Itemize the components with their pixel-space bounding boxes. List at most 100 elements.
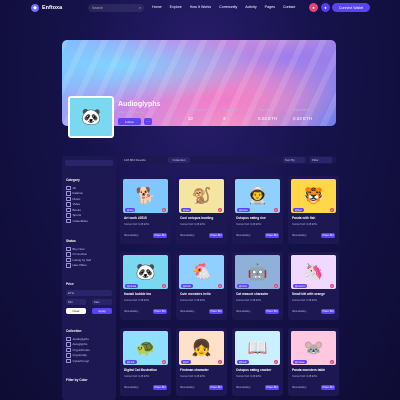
view-history-link[interactable]: View History xyxy=(124,310,138,313)
owner-tag[interactable]: @dog xyxy=(125,208,136,212)
place-bid-button[interactable]: Place Bid xyxy=(209,233,223,238)
checkbox[interactable] xyxy=(66,185,71,190)
view-history-link[interactable]: View History xyxy=(180,310,194,313)
place-bid-button[interactable]: Place Bid xyxy=(265,309,279,314)
owner-tag[interactable]: @mouse xyxy=(293,360,307,364)
currency-select[interactable]: ETH xyxy=(66,290,112,296)
checkbox[interactable] xyxy=(66,257,71,262)
view-history-link[interactable]: View History xyxy=(292,234,306,237)
owner-tag[interactable]: @panda xyxy=(125,284,139,288)
place-bid-button[interactable]: Place Bid xyxy=(209,309,223,314)
nft-card[interactable]: 🐒 @ape ♥ Cool octopus bowling Current bid: 0… xyxy=(176,176,227,244)
nft-card[interactable]: 🐼 @panda ♥ Kawaii bubble tea Current bid: 0.… xyxy=(120,252,171,320)
nft-card[interactable]: 🤖 @robot ♥ Cat mascot character Current bid:… xyxy=(232,252,283,320)
nft-card[interactable]: 🐯 @tiger ♥ Panda with fish Current bid: 0.28… xyxy=(288,176,339,244)
collection-item[interactable]: Cryptoship xyxy=(66,353,90,359)
user-icon[interactable]: ● xyxy=(321,3,330,12)
filter-select[interactable]: Filter xyxy=(310,157,332,163)
place-bid-button[interactable]: Place Bid xyxy=(209,385,223,390)
heart-icon[interactable]: ♥ xyxy=(274,208,278,212)
heart-icon[interactable]: ♥ xyxy=(218,208,222,212)
nav-item-how-it-works[interactable]: How It Works xyxy=(190,5,211,9)
heart-icon[interactable]: ♥ xyxy=(330,360,334,364)
notification-icon[interactable]: ● xyxy=(309,3,318,12)
place-bid-button[interactable]: Place Bid xyxy=(321,309,335,314)
collection-item[interactable]: CyberKongz xyxy=(66,358,90,364)
heart-icon[interactable]: ♥ xyxy=(274,284,278,288)
nav-item-community[interactable]: Community xyxy=(219,5,237,9)
clear-button[interactable]: Clear xyxy=(66,308,86,314)
logo[interactable]: ◆ Enftoxa xyxy=(31,4,62,12)
owner-tag[interactable]: @unicorn xyxy=(293,284,308,288)
category-item[interactable]: Collectibles xyxy=(66,218,88,224)
view-history-link[interactable]: View History xyxy=(292,310,306,313)
status-item[interactable]: Listing by Sell xyxy=(66,257,91,263)
owner-tag[interactable]: @robot xyxy=(237,284,249,288)
owner-tag[interactable]: @tiger xyxy=(293,208,305,212)
heart-icon[interactable]: ♥ xyxy=(162,360,166,364)
owner-tag[interactable]: @ape xyxy=(181,208,192,212)
owner-tag[interactable]: @book xyxy=(237,360,249,364)
heart-icon[interactable]: ♥ xyxy=(218,360,222,364)
heart-icon[interactable]: ♥ xyxy=(218,284,222,288)
heart-icon[interactable]: ♥ xyxy=(162,208,166,212)
nft-card[interactable]: 👨‍🚀 @space ♥ Octopus eating rice Current bid… xyxy=(232,176,283,244)
checkbox[interactable] xyxy=(66,342,71,347)
price-min-input[interactable]: Min xyxy=(66,299,86,305)
collection-chip[interactable]: Collection xyxy=(168,157,190,163)
collection-item[interactable]: Audioglyphs xyxy=(66,336,90,342)
nav-item-home[interactable]: Home xyxy=(152,5,162,9)
checkbox[interactable] xyxy=(66,196,71,201)
heart-icon[interactable]: ♥ xyxy=(330,284,334,288)
checkbox[interactable] xyxy=(66,358,71,363)
view-history-link[interactable]: View History xyxy=(236,386,250,389)
checkbox[interactable] xyxy=(66,246,71,251)
sort-select[interactable]: Sort By xyxy=(283,157,305,163)
sidebar-search-input[interactable] xyxy=(65,160,113,166)
nav-item-explore[interactable]: Explore xyxy=(170,5,182,9)
place-bid-button[interactable]: Place Bid xyxy=(265,385,279,390)
checkbox[interactable] xyxy=(66,353,71,358)
heart-icon[interactable]: ♥ xyxy=(274,360,278,364)
checkbox[interactable] xyxy=(66,263,71,268)
owner-tag[interactable]: @turtle xyxy=(125,360,137,364)
price-max-input[interactable]: Max xyxy=(92,299,112,305)
place-bid-button[interactable]: Place Bid xyxy=(153,309,167,314)
view-history-link[interactable]: View History xyxy=(292,386,306,389)
owner-tag[interactable]: @chick xyxy=(181,284,193,288)
view-history-link[interactable]: View History xyxy=(236,234,250,237)
connect-wallet-button[interactable]: Connect Wallet xyxy=(332,3,370,12)
nft-card[interactable]: 👧 @girl ♥ Firstman character Current bid: 0.… xyxy=(176,328,227,396)
checkbox[interactable] xyxy=(66,252,71,257)
view-history-link[interactable]: View History xyxy=(180,234,194,237)
nft-card[interactable]: 🐢 @turtle ♥ Digital Cat Illustration Current… xyxy=(120,328,171,396)
checkbox[interactable] xyxy=(66,336,71,341)
nav-item-pages[interactable]: Pages xyxy=(265,5,275,9)
collection-item[interactable]: Autoglyphs xyxy=(66,342,90,348)
nft-card[interactable]: 🐕 @dog ♥ Art work #2515 Current bid: 0.28 ET… xyxy=(120,176,171,244)
nft-card[interactable]: 🐭 @mouse ♥ Panda monsters table Current bid:… xyxy=(288,328,339,396)
owner-tag[interactable]: @girl xyxy=(181,360,191,364)
checkbox[interactable] xyxy=(66,202,71,207)
apply-button[interactable]: Apply xyxy=(92,308,112,314)
search-input[interactable]: Search ⌕ xyxy=(88,4,144,12)
place-bid-button[interactable]: Place Bid xyxy=(153,233,167,238)
checkbox[interactable] xyxy=(66,191,71,196)
checkbox[interactable] xyxy=(66,347,71,352)
view-history-link[interactable]: View History xyxy=(236,310,250,313)
status-item[interactable]: Has Offers xyxy=(66,263,91,269)
nav-item-activity[interactable]: Activity xyxy=(245,5,256,9)
owner-tag[interactable]: @space xyxy=(237,208,250,212)
place-bid-button[interactable]: Place Bid xyxy=(321,233,335,238)
place-bid-button[interactable]: Place Bid xyxy=(265,233,279,238)
heart-icon[interactable]: ♥ xyxy=(330,208,334,212)
checkbox[interactable] xyxy=(66,207,71,212)
nft-card[interactable]: 📖 @book ♥ Octopus eating cracker Current bid… xyxy=(232,328,283,396)
place-bid-button[interactable]: Place Bid xyxy=(153,385,167,390)
nft-card[interactable]: 🐔 @chick ♥ Cute monsters hello Current bid: … xyxy=(176,252,227,320)
place-bid-button[interactable]: Place Bid xyxy=(321,385,335,390)
view-history-link[interactable]: View History xyxy=(124,386,138,389)
checkbox[interactable] xyxy=(66,218,71,223)
view-history-link[interactable]: View History xyxy=(124,234,138,237)
view-history-link[interactable]: View History xyxy=(180,386,194,389)
